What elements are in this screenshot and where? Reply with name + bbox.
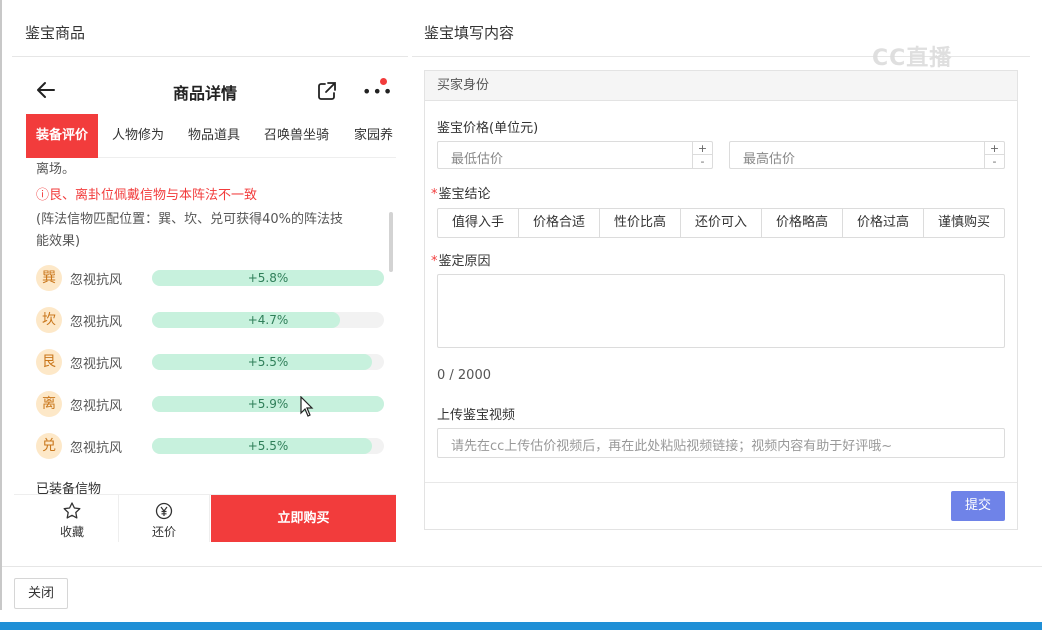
required-mark: * [431,254,438,269]
tab-pets-mounts[interactable]: 召唤兽坐骑 [264,114,329,158]
attribute-row: 巽 忽视抗风 +5.8% [36,264,386,292]
required-mark: * [431,187,438,202]
submit-button[interactable]: 提交 [951,491,1005,521]
attribute-bar: +5.5% [152,354,384,370]
buy-now-button[interactable]: 立即购买 [211,495,396,542]
conclusion-label: *鉴宝结论 [431,187,491,202]
attribute-name: 忽视抗风 [70,441,123,456]
left-panel-title: 鉴宝商品 [25,24,86,42]
section-label: 已装备信物 [36,482,102,494]
close-button[interactable]: 关闭 [14,578,68,609]
text-line: 离场。 [36,162,76,177]
notification-dot [380,78,387,85]
conclusion-option[interactable]: 性价比高 [600,209,681,237]
number-stepper: + - [984,142,1004,168]
divider [425,482,1017,483]
min-price-placeholder: 最低估价 [451,152,504,167]
bargain-label: 还价 [151,525,176,539]
trigram-badge: 兑 [36,433,62,459]
trigram-badge: 离 [36,391,62,417]
price-label: 鉴宝价格(单位元) [437,121,539,136]
attribute-row: 离 忽视抗风 +5.9% [36,390,386,418]
yen-coin-icon [155,502,173,520]
product-detail-preview: 商品详情 ••• 装备评价 人物修为 物品道具 召唤兽坐骑 家园养 离场。 ⓘ艮… [14,66,396,542]
trigram-badge: 巽 [36,265,62,291]
form-section-header: 买家身份 [425,71,1017,101]
tab-items[interactable]: 物品道具 [188,114,240,158]
increment-button[interactable]: + [985,142,1004,155]
attribute-value: +5.8% [247,271,289,285]
attribute-name: 忽视抗风 [70,273,123,288]
attribute-bar: +5.9% [152,396,384,412]
conclusion-option[interactable]: 价格过高 [843,209,924,237]
scrollbar[interactable] [389,212,393,272]
attribute-row: 兑 忽视抗风 +5.5% [36,432,386,460]
min-price-input[interactable]: 最低估价 + - [437,141,713,169]
max-price-input[interactable]: 最高估价 + - [729,141,1005,169]
video-link-placeholder: 请先在cc上传估价视频后，再在此处粘贴视频链接；视频内容有助于好评哦~ [451,439,893,454]
detail-content[interactable]: 离场。 ⓘ艮、离卦位佩戴信物与本阵法不一致 (阵法信物匹配位置：巽、坎、兑可获得… [14,158,396,494]
trigram-badge: 坎 [36,307,62,333]
conclusion-option[interactable]: 值得入手 [438,209,519,237]
more-dots-icon: ••• [362,82,394,101]
tab-character[interactable]: 人物修为 [112,114,164,158]
more-menu-button[interactable]: ••• [360,78,392,102]
decrement-button[interactable]: - [985,155,1004,168]
increment-button[interactable]: + [693,142,712,155]
max-price-placeholder: 最高估价 [743,152,796,167]
number-stepper: + - [692,142,712,168]
char-counter: 0 / 2000 [437,368,491,383]
watermark-logo: CC直播 [872,46,953,71]
divider [12,56,408,57]
attribute-value: +5.5% [247,439,289,453]
phone-header: 商品详情 ••• [14,66,396,114]
attribute-bar: +5.8% [152,270,384,286]
attribute-value: +4.7% [247,313,289,327]
conclusion-options: 值得入手 价格合适 性价比高 还价可入 价格略高 价格过高 谨慎购买 [437,208,1005,238]
window-bottom-bar [0,622,1042,630]
conclusion-option[interactable]: 还价可入 [681,209,762,237]
bottom-action-bar: 收藏 还价 立即购买 [14,494,396,542]
reason-textarea[interactable] [437,274,1005,348]
mouse-cursor-icon [300,396,314,417]
warning-text: ⓘ艮、离卦位佩戴信物与本阵法不一致 [36,188,258,203]
attribute-value: +5.9% [247,397,289,411]
tab-home[interactable]: 家园养 [354,114,393,158]
video-label: 上传鉴宝视频 [437,408,516,423]
attribute-row: 坎 忽视抗风 +4.7% [36,306,386,334]
favorite-button[interactable]: 收藏 [38,495,106,542]
attribute-name: 忽视抗风 [70,357,123,372]
tab-equipment-review[interactable]: 装备评价 [26,114,99,158]
appraisal-form: 买家身份 鉴宝价格(单位元) 最低估价 + - 最高估价 + - *鉴宝结论 值… [424,70,1018,530]
star-icon [63,502,81,519]
reason-label: *鉴定原因 [431,254,491,269]
category-tabs: 装备评价 人物修为 物品道具 召唤兽坐骑 家园养 [26,114,396,158]
decrement-button[interactable]: - [693,155,712,168]
note-text: (阵法信物匹配位置：巽、坎、兑可获得40%的阵法技 [36,212,343,227]
note-text: 能效果) [36,234,81,249]
attribute-bar: +5.5% [152,438,384,454]
right-panel-title: 鉴宝填写内容 [424,24,515,42]
bargain-button[interactable]: 还价 [118,495,210,542]
video-link-input[interactable]: 请先在cc上传估价视频后，再在此处粘贴视频链接；视频内容有助于好评哦~ [437,428,1005,458]
trigram-badge: 艮 [36,349,62,375]
attribute-row: 艮 忽视抗风 +5.5% [36,348,386,376]
page-title: 商品详情 [172,84,237,103]
favorite-label: 收藏 [59,525,84,539]
conclusion-option[interactable]: 谨慎购买 [924,209,1004,237]
divider [2,566,1042,567]
share-icon[interactable] [316,80,338,102]
attribute-value: +5.5% [247,355,289,369]
window-left-border [0,0,2,610]
attribute-bar: +4.7% [152,312,384,328]
conclusion-option[interactable]: 价格略高 [762,209,843,237]
attribute-name: 忽视抗风 [70,399,123,414]
attribute-name: 忽视抗风 [70,315,123,330]
conclusion-option[interactable]: 价格合适 [519,209,600,237]
